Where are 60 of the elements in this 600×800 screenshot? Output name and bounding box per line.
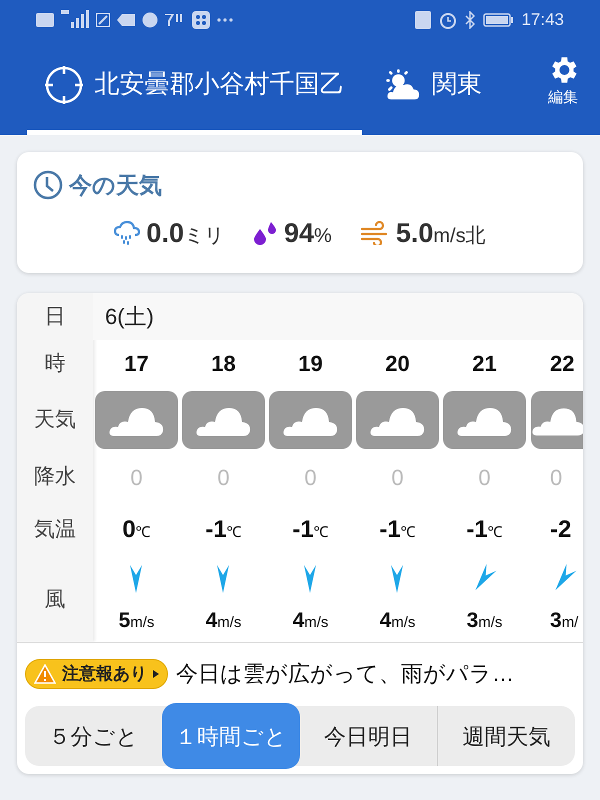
hour-label: 22 [550, 350, 574, 378]
header-tab[interactable]: 北安曇郡小谷村千国乙 [27, 40, 362, 135]
view-tab[interactable]: ５分ごと [25, 706, 162, 766]
hour-label: 18 [211, 350, 236, 378]
row-label: 気温 [34, 516, 76, 543]
settings-button[interactable]: 編集 [538, 40, 588, 135]
alarm-icon [439, 11, 458, 29]
more-icon [217, 18, 233, 22]
wind-speed: 5m/s [118, 608, 154, 634]
view-tab[interactable]: 今日明日 [300, 706, 437, 766]
alert-text: 今日は雲が広がって、雨がパラ… [176, 660, 514, 688]
section-title: 今の天気 [69, 171, 162, 200]
signal-icon [61, 10, 89, 30]
row-label: 天気 [34, 406, 76, 433]
temperature-value: -1℃ [205, 514, 242, 544]
water-drops-icon [252, 220, 278, 245]
clock-time: 17:43 [521, 9, 564, 32]
hour-label: 21 [472, 350, 497, 378]
wind-speed: 4m/s [206, 608, 242, 634]
header-tab[interactable]: 関東 [362, 40, 482, 135]
row-label: 降水 [34, 464, 76, 490]
temperature-value: -1℃ [292, 514, 329, 544]
temperature-value: -1℃ [466, 514, 503, 544]
warning-icon [34, 664, 56, 684]
wind-icon [360, 220, 390, 245]
precipitation-value: 0 [391, 464, 404, 492]
row-label: 風 [44, 586, 66, 613]
view-tab[interactable]: １時間ごと [162, 703, 300, 769]
battery-icon [483, 13, 514, 27]
crosshair-icon [44, 66, 82, 104]
current-reading: 0.0 ミリ [146, 216, 224, 250]
tag-icon [117, 14, 135, 26]
wind-speed: 4m/s [380, 608, 416, 634]
rain-cloud-icon [114, 220, 140, 246]
row-label: 日 [44, 304, 66, 330]
wind-speed: 4m/s [292, 608, 328, 634]
precipitation-value: 0 [304, 464, 317, 492]
view-tab[interactable]: 週間天気 [436, 706, 575, 766]
hour-label: 17 [124, 350, 149, 378]
temperature-value: -2 [550, 514, 572, 544]
wind-speed: 3m/ [550, 608, 578, 634]
wind-speed: 3m/s [466, 608, 502, 634]
temperature-value: 0℃ [122, 514, 151, 544]
caret-icon [153, 670, 159, 678]
current-reading: 5.0m/s北 [396, 216, 486, 250]
precipitation-value: 0 [217, 464, 230, 492]
precipitation-value: 0 [130, 464, 143, 492]
sun-cloud-icon [384, 68, 420, 102]
precipitation-value: 0 [478, 464, 491, 492]
precipitation-value: 0 [550, 464, 562, 492]
date-label: 6(土) [105, 303, 154, 331]
warning-badge[interactable]: 注意報あり [25, 658, 168, 688]
bluetooth-icon [465, 11, 476, 29]
current-reading: 94% [284, 216, 332, 250]
grid-icon [192, 11, 210, 29]
hour-label: 20 [385, 350, 410, 378]
clock-icon [33, 170, 63, 200]
hour-label: 19 [298, 350, 323, 378]
temperature-value: -1℃ [379, 514, 416, 544]
row-label: 時 [44, 350, 66, 377]
